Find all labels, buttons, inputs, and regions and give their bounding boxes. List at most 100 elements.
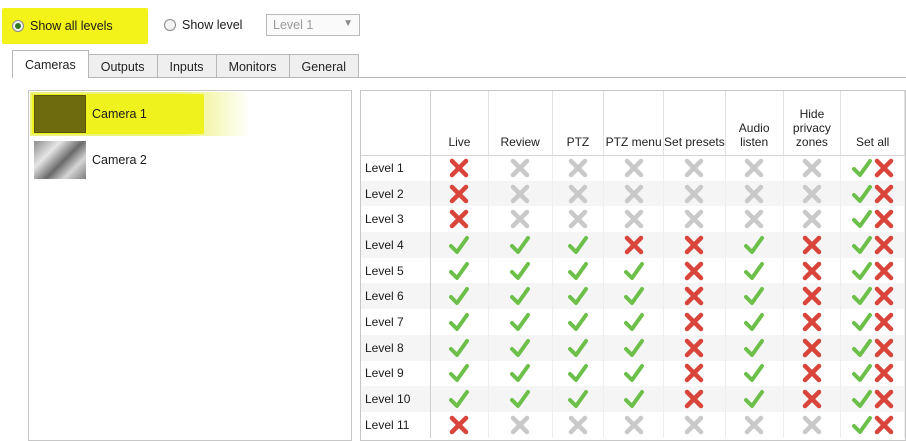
set-all-cell[interactable] [840,155,905,181]
permission-cell[interactable] [663,334,726,361]
permission-cell[interactable] [603,309,664,335]
cross-disabled-icon[interactable] [509,183,531,205]
tab-general[interactable]: General [288,54,359,78]
permission-cell[interactable] [663,180,726,207]
permission-cell[interactable] [488,411,553,438]
permission-cell[interactable] [725,411,784,438]
show-level-radio[interactable]: Show level [164,18,242,32]
cross-disabled-icon[interactable] [683,183,705,205]
permission-cell[interactable] [488,206,553,233]
permission-cell[interactable] [603,334,664,361]
permission-cell[interactable] [725,155,784,181]
permission-cell[interactable] [488,334,553,361]
check-icon[interactable] [509,337,531,359]
set-all-check-icon[interactable] [851,208,873,230]
permission-cell[interactable] [603,360,664,387]
permission-cell[interactable] [430,232,489,258]
permission-cell[interactable] [603,232,664,258]
cross-disabled-icon[interactable] [623,157,645,179]
cross-disabled-icon[interactable] [567,157,589,179]
camera-list-item-1[interactable]: Camera 1 [30,92,350,136]
set-all-cell[interactable] [840,334,905,361]
cross-icon[interactable] [448,183,470,205]
check-icon[interactable] [623,337,645,359]
permission-cell[interactable] [430,411,489,438]
permission-cell[interactable] [430,360,489,387]
permission-cell[interactable] [430,155,489,181]
tab-monitors[interactable]: Monitors [215,54,290,78]
permission-cell[interactable] [430,283,489,310]
check-icon[interactable] [509,362,531,384]
check-icon[interactable] [448,388,470,410]
set-all-cell[interactable] [840,386,905,412]
cross-icon[interactable] [801,260,823,282]
permission-cell[interactable] [783,155,842,181]
set-all-cross-icon[interactable] [873,311,895,333]
permission-cell[interactable] [725,360,784,387]
permission-cell[interactable] [783,411,842,438]
check-icon[interactable] [448,362,470,384]
check-icon[interactable] [448,234,470,256]
check-icon[interactable] [743,260,765,282]
set-all-cross-icon[interactable] [873,388,895,410]
permission-cell[interactable] [663,283,726,310]
check-icon[interactable] [448,260,470,282]
cross-disabled-icon[interactable] [567,208,589,230]
set-all-check-icon[interactable] [851,388,873,410]
permission-cell[interactable] [725,309,784,335]
check-icon[interactable] [567,362,589,384]
permission-cell[interactable] [430,206,489,233]
permission-cell[interactable] [663,206,726,233]
check-icon[interactable] [509,311,531,333]
permission-cell[interactable] [430,334,489,361]
cross-disabled-icon[interactable] [743,414,765,436]
check-icon[interactable] [509,234,531,256]
set-all-cell[interactable] [840,232,905,258]
cross-disabled-icon[interactable] [683,157,705,179]
set-all-cross-icon[interactable] [873,337,895,359]
permission-cell[interactable] [552,386,605,412]
cross-disabled-icon[interactable] [509,157,531,179]
set-all-check-icon[interactable] [851,234,873,256]
set-all-cell[interactable] [840,360,905,387]
permission-cell[interactable] [725,257,784,284]
permission-cell[interactable] [488,309,553,335]
permission-cell[interactable] [430,386,489,412]
check-icon[interactable] [448,311,470,333]
permission-cell[interactable] [663,232,726,258]
cross-icon[interactable] [683,337,705,359]
permission-cell[interactable] [663,257,726,284]
cross-icon[interactable] [801,362,823,384]
permission-cell[interactable] [430,180,489,207]
set-all-cell[interactable] [840,309,905,335]
permission-cell[interactable] [663,309,726,335]
cross-icon[interactable] [801,337,823,359]
permission-cell[interactable] [783,232,842,258]
cross-disabled-icon[interactable] [623,414,645,436]
check-icon[interactable] [567,285,589,307]
permission-cell[interactable] [783,309,842,335]
cross-disabled-icon[interactable] [683,208,705,230]
permission-cell[interactable] [488,155,553,181]
set-all-cross-icon[interactable] [873,157,895,179]
permission-cell[interactable] [603,283,664,310]
cross-disabled-icon[interactable] [801,157,823,179]
permission-cell[interactable] [552,334,605,361]
permission-cell[interactable] [552,411,605,438]
check-icon[interactable] [623,388,645,410]
permission-cell[interactable] [488,283,553,310]
permission-cell[interactable] [663,155,726,181]
set-all-check-icon[interactable] [851,260,873,282]
check-icon[interactable] [509,285,531,307]
permission-cell[interactable] [725,386,784,412]
permission-cell[interactable] [552,283,605,310]
check-icon[interactable] [623,260,645,282]
permission-cell[interactable] [552,309,605,335]
set-all-cell[interactable] [840,206,905,233]
cross-icon[interactable] [683,260,705,282]
permission-cell[interactable] [603,180,664,207]
permission-cell[interactable] [488,360,553,387]
level-select[interactable]: Level 1 ▼ [266,14,360,36]
check-icon[interactable] [743,362,765,384]
check-icon[interactable] [623,285,645,307]
